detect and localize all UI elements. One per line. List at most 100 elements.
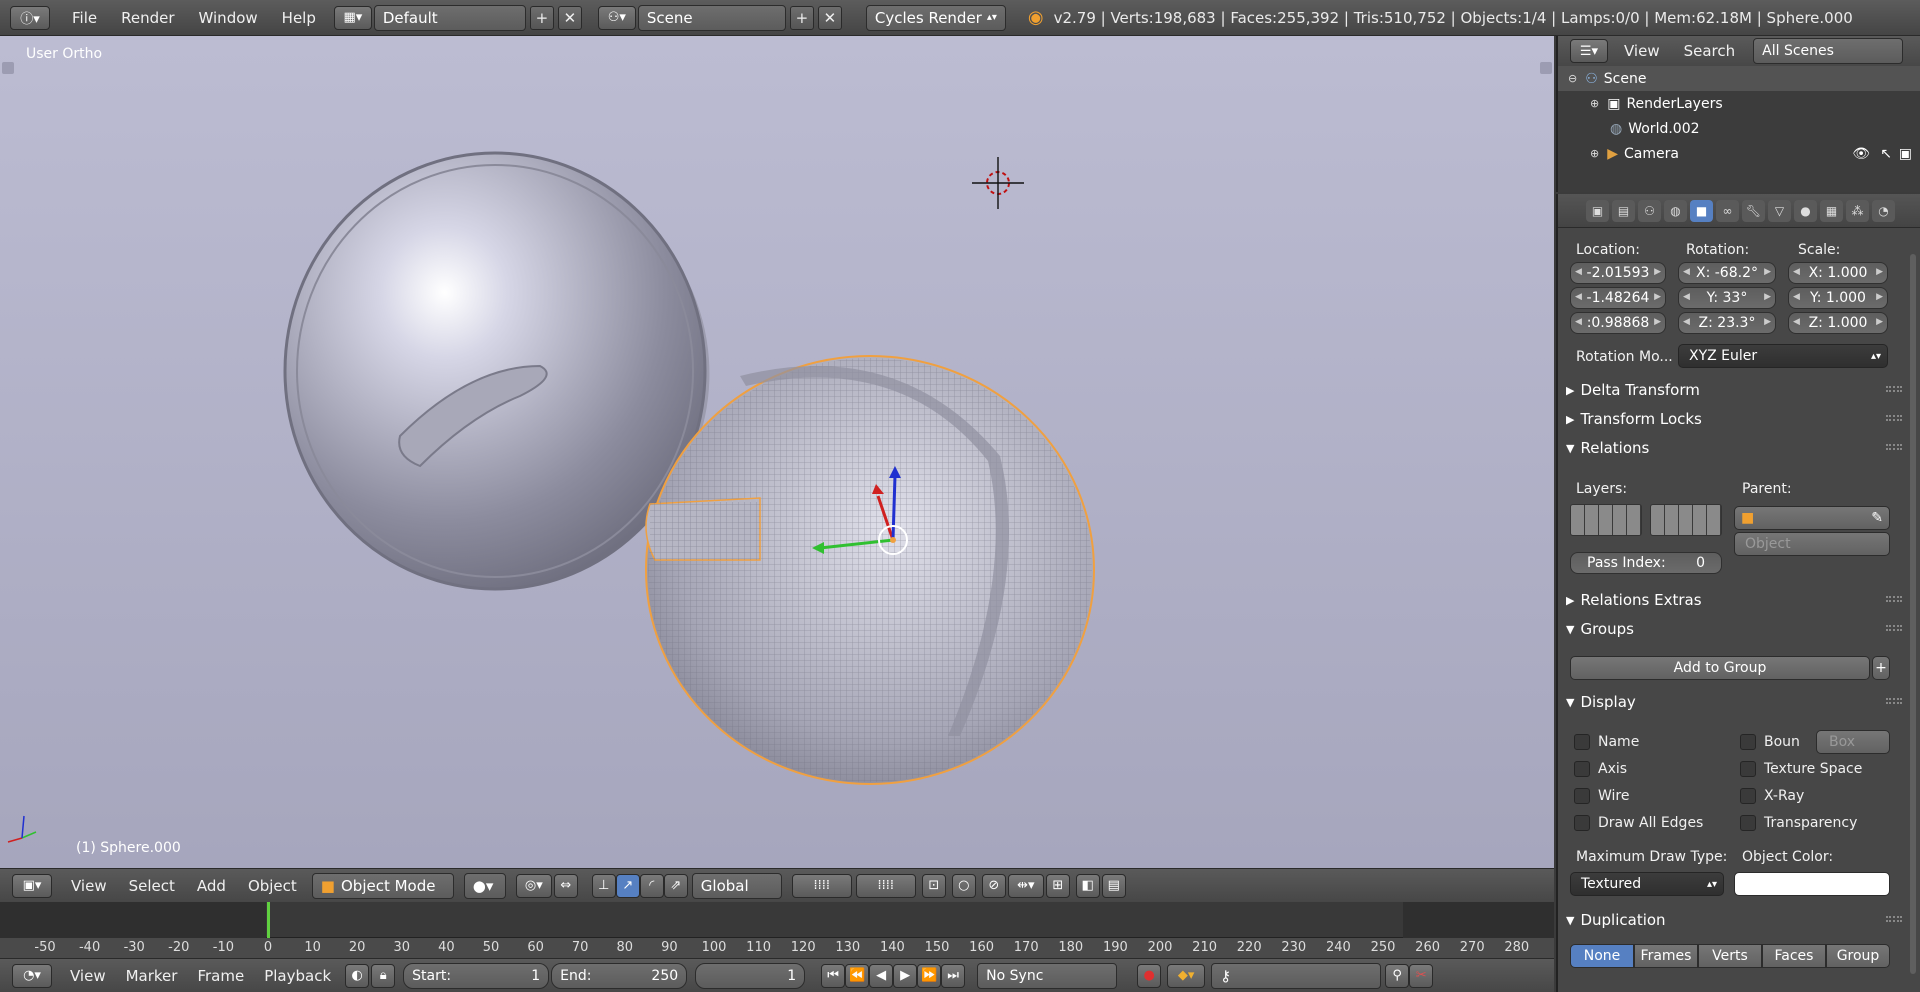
outliner-row-world[interactable]: ◍ World.002: [1558, 116, 1920, 141]
tab-physics-icon[interactable]: ◔: [1872, 199, 1895, 222]
layers-grid-a[interactable]: [1570, 504, 1642, 536]
screen-layout-field[interactable]: Default: [373, 4, 526, 31]
parent-field[interactable]: ■ ✎: [1734, 506, 1890, 530]
end-frame-field[interactable]: End: 250: [551, 962, 688, 989]
sync-select[interactable]: No Sync: [977, 962, 1118, 989]
current-frame-field[interactable]: 1: [695, 962, 806, 989]
panel-relations[interactable]: ▼ Relations: [1566, 436, 1906, 460]
panel-groups[interactable]: ▼ Groups: [1566, 617, 1906, 641]
dup-faces-button[interactable]: Faces: [1762, 944, 1826, 968]
scale-z-field[interactable]: ◀ Z: 1.000 ▶: [1788, 312, 1888, 334]
vp-menu-view[interactable]: View: [60, 869, 118, 903]
panel-delta-transform[interactable]: ▶ Delta Transform: [1566, 378, 1906, 402]
mode-select[interactable]: ■ Object Mode: [311, 872, 454, 899]
panel-duplication[interactable]: ▼ Duplication: [1566, 908, 1906, 932]
tab-constraints-icon[interactable]: ∞: [1716, 199, 1739, 222]
drag-grip-icon[interactable]: [1886, 444, 1902, 450]
menu-render[interactable]: Render: [109, 0, 186, 36]
panel-transform-locks[interactable]: ▶ Transform Locks: [1566, 407, 1906, 431]
decrement-icon[interactable]: ◀: [1683, 317, 1690, 327]
preview-range-icon[interactable]: ◐: [345, 963, 370, 988]
transparency-checkbox[interactable]: [1740, 815, 1756, 831]
shading-select[interactable]: ●▾: [463, 872, 506, 899]
decrement-icon[interactable]: ◀: [1683, 267, 1690, 277]
orientation-select[interactable]: Global: [691, 872, 782, 899]
parent-type-select[interactable]: Object: [1734, 532, 1890, 556]
eyedropper-icon[interactable]: ✎: [1871, 510, 1883, 526]
scale-x-field[interactable]: ◀ X: 1.000 ▶: [1788, 262, 1888, 284]
tab-world-icon[interactable]: ◍: [1664, 199, 1687, 222]
dup-group-button[interactable]: Group: [1826, 944, 1890, 968]
rotation-x-field[interactable]: ◀ X: -68.2° ▶: [1678, 262, 1776, 284]
tab-data-icon[interactable]: ▽: [1768, 199, 1791, 222]
scale-y-field[interactable]: ◀ Y: 1.000 ▶: [1788, 287, 1888, 309]
tab-render-icon[interactable]: ▣: [1586, 199, 1609, 222]
expand-icon-camera[interactable]: ⊕: [1590, 147, 1599, 160]
gizmo-z-axis[interactable]: [891, 475, 897, 541]
vp-menu-add[interactable]: Add: [186, 869, 237, 903]
rotation-y-field[interactable]: ◀ Y: 33° ▶: [1678, 287, 1776, 309]
collapse-icon[interactable]: ⊖: [1568, 72, 1577, 85]
manipulator-toggle-icon[interactable]: ⇔: [553, 873, 578, 898]
increment-icon[interactable]: ▶: [1764, 292, 1771, 302]
arrow-manip-icon[interactable]: ↗: [615, 873, 640, 898]
increment-icon[interactable]: ▶: [1654, 317, 1661, 327]
xray-checkbox[interactable]: [1740, 788, 1756, 804]
tab-particles-icon[interactable]: ⁂: [1846, 199, 1869, 222]
info-editor-type-button[interactable]: ⓘ▾: [10, 5, 50, 30]
tl-menu-marker[interactable]: Marker: [116, 959, 188, 992]
scale-manip-icon[interactable]: ⇗: [663, 873, 688, 898]
drag-grip-icon[interactable]: [1886, 698, 1902, 704]
properties-scrollbar[interactable]: [1910, 254, 1916, 974]
outliner-editor-icon[interactable]: ☰▾: [1570, 39, 1608, 63]
drag-grip-icon[interactable]: [1886, 916, 1902, 922]
add-group-plus-button[interactable]: +: [1872, 656, 1890, 680]
panel-display[interactable]: ▼ Display: [1566, 690, 1906, 714]
decrement-icon[interactable]: ◀: [1575, 292, 1582, 302]
3d-viewport[interactable]: User Ortho (1) Sphere.000: [0, 36, 1554, 868]
max-draw-type-select[interactable]: Textured ▴▾: [1570, 872, 1724, 896]
start-frame-field[interactable]: Start: 1: [403, 962, 550, 989]
increment-icon[interactable]: ▶: [1654, 267, 1661, 277]
outliner[interactable]: ☰▾ View Search All Scenes ⊖ ⚇ Scene ⊕ ▣ …: [1556, 36, 1920, 192]
dup-verts-button[interactable]: Verts: [1698, 944, 1762, 968]
rotation-mode-select[interactable]: XYZ Euler ▴▾: [1678, 344, 1888, 368]
outliner-row-scene[interactable]: ⊖ ⚇ Scene: [1558, 66, 1920, 91]
vp-menu-select[interactable]: Select: [118, 869, 186, 903]
jump-start-icon[interactable]: ⏮: [821, 963, 846, 988]
lock-icon[interactable]: 🔒︎: [371, 963, 396, 988]
jump-end-icon[interactable]: ⏭: [941, 963, 966, 988]
menu-window[interactable]: Window: [187, 0, 270, 36]
keying-set-icon[interactable]: ◆▾: [1167, 963, 1206, 988]
lid-object[interactable]: [283, 151, 707, 591]
snap-element-icon[interactable]: ⇹▾: [1007, 873, 1044, 898]
increment-icon[interactable]: ▶: [1654, 292, 1661, 302]
keying-set-field[interactable]: ⚷: [1211, 962, 1382, 989]
drag-grip-icon[interactable]: [1886, 625, 1902, 631]
current-frame-line[interactable]: [267, 902, 270, 938]
bounds-checkbox[interactable]: [1740, 734, 1756, 750]
pivot-icon[interactable]: ◎▾: [515, 873, 552, 898]
texture-space-checkbox[interactable]: [1740, 761, 1756, 777]
tab-texture-icon[interactable]: ▦: [1820, 199, 1843, 222]
add-to-group-button[interactable]: Add to Group: [1570, 656, 1870, 680]
vp-menu-object[interactable]: Object: [237, 869, 308, 903]
decrement-icon[interactable]: ◀: [1575, 317, 1582, 327]
drag-grip-icon[interactable]: [1886, 386, 1902, 392]
dup-frames-button[interactable]: Frames: [1634, 944, 1698, 968]
play-icon[interactable]: ▶: [893, 963, 918, 988]
name-checkbox[interactable]: [1574, 734, 1590, 750]
increment-icon[interactable]: ▶: [1876, 267, 1883, 277]
render-camera-icon[interactable]: ▣: [1899, 146, 1912, 162]
panel-relations-extras[interactable]: ▶ Relations Extras: [1566, 588, 1906, 612]
decrement-icon[interactable]: ◀: [1793, 267, 1800, 277]
tab-layers-icon[interactable]: ▤: [1612, 199, 1635, 222]
pass-index-field[interactable]: Pass Index: 0: [1570, 552, 1722, 574]
proportional-edit-icon[interactable]: ○: [951, 873, 976, 898]
render-engine-select[interactable]: Cycles Render ▴▾: [865, 4, 1006, 31]
tl-menu-playback[interactable]: Playback: [254, 959, 341, 992]
draw-all-edges-checkbox[interactable]: [1574, 815, 1590, 831]
scene-objects[interactable]: [0, 36, 1554, 868]
dup-none-button[interactable]: None: [1570, 944, 1634, 968]
drag-grip-icon[interactable]: [1886, 596, 1902, 602]
